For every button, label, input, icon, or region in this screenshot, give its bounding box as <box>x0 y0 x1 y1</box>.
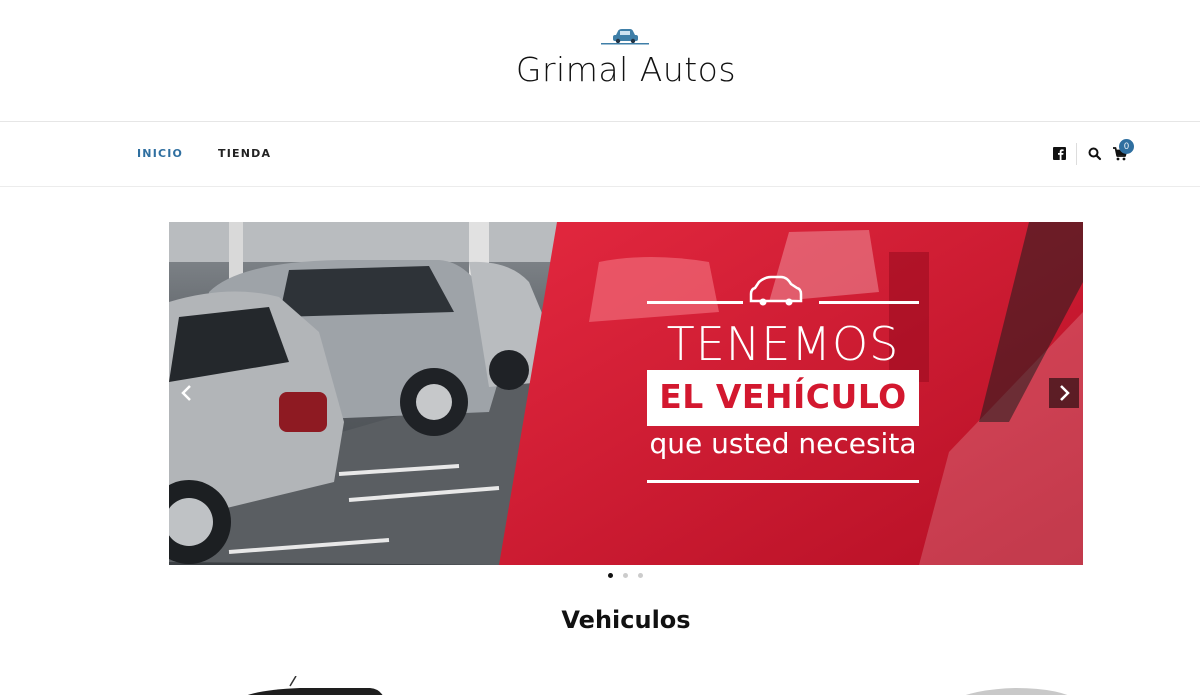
slide-highlight: EL VEHÍCULO <box>659 377 907 416</box>
nav-item-inicio[interactable]: INICIO <box>137 147 183 160</box>
chevron-right-icon[interactable] <box>1049 378 1079 408</box>
slide-rule-left <box>647 301 743 304</box>
slide-rule-right <box>819 301 919 304</box>
slider-dot[interactable] <box>638 573 643 578</box>
slider-dot[interactable] <box>623 573 628 578</box>
slide-image <box>169 222 1083 565</box>
site-title[interactable]: Grimal Autos <box>0 50 1200 89</box>
icon-divider <box>1076 143 1077 165</box>
site-header: Grimal Autos <box>0 0 1200 122</box>
nav-item-tienda[interactable]: TIENDA <box>218 147 271 160</box>
main-navigation: INICIO TIENDA 0 <box>0 122 1200 187</box>
product-image[interactable] <box>230 676 390 695</box>
slide-subline: que usted necesita <box>649 427 917 460</box>
facebook-icon[interactable] <box>1052 146 1068 162</box>
hero-slider[interactable]: TENEMOS EL VEHÍCULO que usted necesita <box>169 222 1083 565</box>
slide-rule-bottom <box>647 480 919 483</box>
search-icon[interactable] <box>1087 146 1103 162</box>
slide-headline: TENEMOS <box>666 317 900 371</box>
slider-dots <box>606 573 646 579</box>
cart-count-badge[interactable]: 0 <box>1119 139 1134 154</box>
chevron-left-icon[interactable] <box>172 378 202 408</box>
slider-dot[interactable] <box>608 573 613 578</box>
car-icon[interactable] <box>601 25 649 45</box>
section-title: Vehiculos <box>561 606 691 634</box>
product-image[interactable] <box>945 676 1085 695</box>
